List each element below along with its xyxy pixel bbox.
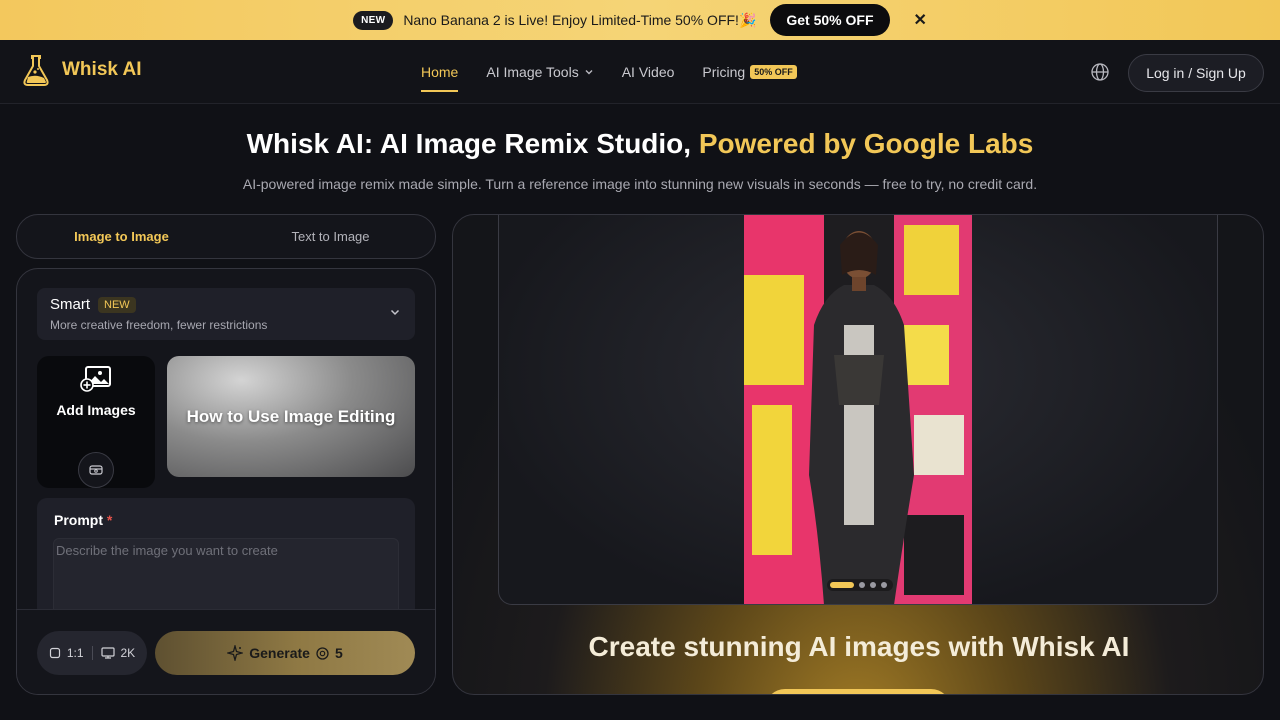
globe-icon[interactable] bbox=[1090, 62, 1110, 82]
credits-icon bbox=[316, 646, 329, 660]
promo-text: Nano Banana 2 is Live! Enjoy Limited-Tim… bbox=[403, 11, 757, 28]
tutorial-card[interactable]: How to Use Image Editing bbox=[167, 356, 415, 477]
nav-item-label: Home bbox=[421, 64, 459, 80]
top-navigation: Whisk AI Home AI Image Tools AI Video Pr… bbox=[0, 40, 1280, 104]
nav-item-ai-image-tools[interactable]: AI Image Tools bbox=[486, 64, 593, 80]
output-settings[interactable]: 1:1 2K bbox=[37, 631, 147, 675]
showcase-panel: Create stunning AI images with Whisk AI bbox=[452, 214, 1264, 695]
carousel-dot[interactable] bbox=[870, 582, 876, 588]
model-name: Smart bbox=[50, 296, 91, 313]
generate-button[interactable]: Generate 5 bbox=[155, 631, 415, 675]
prompt-section: Prompt * bbox=[37, 498, 415, 618]
page-subtitle: AI-powered image remix made simple. Turn… bbox=[242, 176, 1038, 192]
prompt-label-text: Prompt bbox=[54, 512, 103, 528]
brand-logo[interactable]: Whisk AI bbox=[20, 52, 142, 88]
nav-item-label: Pricing bbox=[702, 64, 746, 80]
model-selector[interactable]: Smart NEW More creative freedom, fewer r… bbox=[37, 288, 415, 340]
required-mark: * bbox=[106, 512, 113, 528]
divider bbox=[91, 646, 93, 660]
brand-name: Whisk AI bbox=[62, 59, 142, 80]
aspect-ratio-value: 1:1 bbox=[66, 646, 84, 660]
showcase-cta-button[interactable] bbox=[765, 689, 951, 694]
carousel-dot[interactable] bbox=[881, 582, 887, 588]
page-title-main: Whisk AI: AI Image Remix Studio, bbox=[246, 128, 699, 159]
resolution-value: 2K bbox=[120, 646, 136, 660]
monitor-icon bbox=[100, 647, 115, 659]
nav-item-label: AI Video bbox=[621, 64, 675, 80]
carousel-indicator bbox=[827, 579, 893, 591]
add-images-dropzone[interactable]: Add Images bbox=[37, 356, 155, 488]
main-menu: Home AI Image Tools AI Video Pricing 50%… bbox=[421, 40, 797, 104]
prompt-label: Prompt * bbox=[54, 512, 112, 528]
page-title: Whisk AI: AI Image Remix Studio, Powered… bbox=[0, 128, 1280, 160]
promo-cta-button[interactable]: Get 50% OFF bbox=[770, 4, 890, 36]
nav-item-ai-video[interactable]: AI Video bbox=[622, 64, 675, 80]
generate-label: Generate bbox=[249, 645, 310, 661]
aspect-ratio-icon bbox=[49, 647, 60, 659]
mode-tabs: Image to Image Text to Image bbox=[16, 214, 436, 259]
nav-item-home[interactable]: Home bbox=[421, 64, 459, 92]
credits-cost: 5 bbox=[334, 645, 343, 661]
generate-bar: 1:1 2K Generate 5 bbox=[17, 609, 435, 694]
discount-badge: 50% OFF bbox=[750, 65, 797, 79]
flask-logo-icon bbox=[23, 55, 49, 86]
model-new-badge: NEW bbox=[98, 296, 136, 313]
image-library-icon bbox=[89, 465, 103, 475]
showcase-headline: Create stunning AI images with Whisk AI bbox=[588, 631, 1130, 662]
example-carousel[interactable] bbox=[498, 215, 1218, 605]
add-image-icon bbox=[80, 366, 111, 392]
model-description: More creative freedom, fewer restriction… bbox=[50, 318, 268, 332]
model-name-row: Smart NEW bbox=[50, 296, 136, 313]
prompt-input[interactable] bbox=[53, 538, 399, 618]
tab-image-to-image[interactable]: Image to Image bbox=[17, 215, 226, 258]
nav-item-label: AI Image Tools bbox=[486, 64, 579, 80]
close-icon[interactable]: ✕ bbox=[914, 10, 927, 30]
login-signup-button[interactable]: Log in / Sign Up bbox=[1128, 54, 1264, 92]
nav-item-pricing[interactable]: Pricing 50% OFF bbox=[702, 64, 797, 80]
add-images-label: Add Images bbox=[56, 402, 136, 418]
chevron-down-icon bbox=[585, 70, 593, 75]
carousel-dot[interactable] bbox=[859, 582, 865, 588]
image-library-button[interactable] bbox=[78, 452, 114, 488]
example-image bbox=[744, 215, 972, 604]
carousel-dot-active[interactable] bbox=[830, 582, 854, 588]
chevron-down-icon bbox=[390, 309, 400, 316]
page-title-highlight: Powered by Google Labs bbox=[698, 128, 1034, 159]
tab-text-to-image[interactable]: Text to Image bbox=[226, 215, 435, 258]
generator-panel: Smart NEW More creative freedom, fewer r… bbox=[16, 268, 436, 695]
promo-banner: NEW Nano Banana 2 is Live! Enjoy Limited… bbox=[0, 0, 1280, 40]
promo-new-badge: NEW bbox=[353, 10, 394, 30]
sparkle-icon bbox=[227, 645, 244, 661]
